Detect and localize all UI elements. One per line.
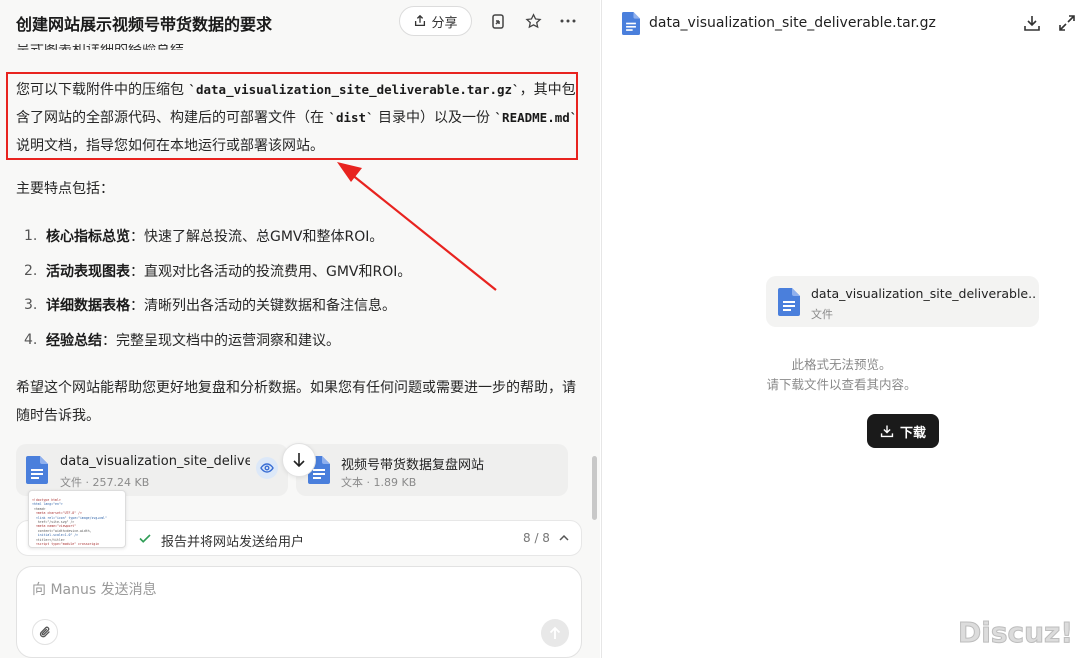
chevron-up-icon[interactable]: [557, 530, 571, 546]
attachment-name: data_visualization_site_deliver...: [60, 454, 250, 469]
list-item: 1. 核心指标总览 ：快速了解总投流、总GMV和整体ROI。: [24, 219, 411, 254]
item-title: 核心指标总览: [46, 229, 130, 246]
arrow-down-icon: [293, 453, 305, 468]
chat-pane: 创建网站展示视频号带货数据的要求 分享 呈式图表和详细的经验总结。 您可以下载附…: [0, 0, 600, 658]
item-title: 经验总结: [46, 332, 102, 349]
preview-card-name: data_visualization_site_deliverable....: [811, 286, 1036, 301]
attachment-card-archive[interactable]: data_visualization_site_deliver... 文件 · …: [16, 444, 288, 496]
item-title: 详细数据表格: [46, 298, 130, 315]
preview-header: data_visualization_site_deliverable.tar.…: [602, 0, 1080, 48]
list-item: 4. 经验总结 ：完整呈现文档中的运营洞察和建议。: [24, 323, 411, 358]
closing-paragraph: 希望这个网站能帮助您更好地复盘和分析数据。如果您有任何问题或需要进一步的帮助，请…: [16, 380, 576, 424]
item-number: 2.: [24, 262, 38, 279]
attachment-meta: 文本 · 1.89 KB: [341, 476, 417, 489]
document-icon: [622, 12, 640, 35]
item-desc: ：清晰列出各活动的关键数据和备注信息。: [130, 298, 396, 315]
code-preview-thumbnail[interactable]: <!doctype html> <html lang="en"> <head> …: [28, 490, 126, 548]
page-title: 创建网站展示视频号带货数据的要求: [16, 15, 273, 34]
message-input[interactable]: [32, 579, 532, 601]
share-icon: [415, 14, 426, 27]
features-list: 1. 核心指标总览 ：快速了解总投流、总GMV和整体ROI。 2. 活动表现图表 ：直观…: [24, 219, 411, 357]
preview-file-card: data_visualization_site_deliverable.... …: [766, 276, 1039, 327]
document-icon: [778, 288, 800, 316]
eye-icon: [260, 463, 274, 473]
preview-card-type: 文件: [811, 308, 833, 321]
star-icon[interactable]: [523, 11, 543, 31]
item-desc: ：快速了解总投流、总GMV和整体ROI。: [130, 229, 384, 246]
task-count: 8 / 8: [523, 531, 550, 545]
copy-doc-icon[interactable]: [488, 11, 508, 31]
chat-scrollbar[interactable]: [592, 456, 597, 520]
download-hint-message: 请下载文件以查看其内容。: [766, 377, 917, 392]
attachment-meta: 文件 · 257.24 KB: [60, 476, 150, 489]
preview-eye-button[interactable]: [256, 457, 278, 479]
item-number: 4.: [24, 331, 38, 348]
thumbnail-code: <!doctype html> <html lang="en"> <head> …: [32, 498, 107, 547]
highlight-box: [6, 72, 578, 160]
attach-button[interactable]: [32, 619, 58, 645]
item-number: 3.: [24, 297, 38, 314]
share-button[interactable]: 分享: [399, 6, 472, 36]
attachment-name: 视频号带货数据复盘网站: [341, 458, 485, 473]
list-item: 3. 详细数据表格 ：清晰列出各活动的关键数据和备注信息。: [24, 288, 411, 323]
preview-pane: data_visualization_site_deliverable.tar.…: [601, 0, 1080, 658]
document-icon: [26, 456, 48, 484]
send-button[interactable]: [541, 619, 569, 647]
download-icon: [880, 425, 894, 438]
download-icon[interactable]: [1022, 13, 1042, 33]
preview-title: data_visualization_site_deliverable.tar.…: [649, 15, 936, 31]
watermark: Discuz!: [957, 616, 1074, 650]
download-button[interactable]: 下载: [867, 414, 939, 448]
item-number: 1.: [24, 228, 38, 245]
task-label: 报告并将网站发送给用户: [161, 535, 305, 550]
more-icon[interactable]: [558, 11, 578, 31]
list-item: 2. 活动表现图表 ：直观对比各活动的投流费用、GMV和ROI。: [24, 254, 411, 289]
check-icon: [139, 534, 151, 543]
item-title: 活动表现图表: [46, 263, 130, 280]
message-composer: [16, 566, 582, 658]
features-intro: 主要特点包括：: [16, 181, 114, 197]
paperclip-icon: [39, 626, 50, 638]
arrow-up-icon: [549, 626, 561, 639]
download-label: 下载: [899, 425, 926, 441]
scroll-down-button[interactable]: [282, 443, 316, 477]
chat-header: 创建网站展示视频号带货数据的要求 分享: [0, 0, 600, 44]
attachment-card-website[interactable]: 视频号带货数据复盘网站 文本 · 1.89 KB: [296, 444, 568, 496]
share-label: 分享: [431, 15, 458, 31]
expand-icon[interactable]: [1057, 13, 1077, 33]
item-desc: ：完整呈现文档中的运营洞察和建议。: [102, 332, 340, 349]
item-desc: ：直观对比各活动的投流费用、GMV和ROI。: [130, 263, 412, 280]
no-preview-message: 此格式无法预览。: [791, 357, 892, 372]
